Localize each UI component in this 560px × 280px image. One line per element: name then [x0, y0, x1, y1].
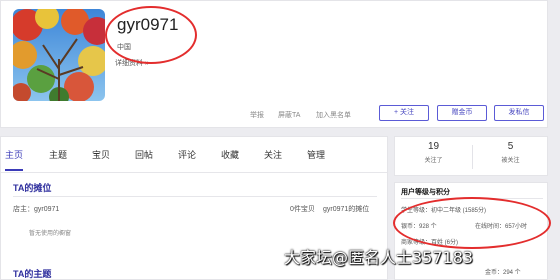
- shop-item-count: 0件宝贝: [290, 206, 315, 213]
- gold-coin-count: 金币：294 个: [485, 270, 521, 276]
- tab-topics[interactable]: 主题: [49, 148, 67, 161]
- avatar-image: [13, 9, 105, 101]
- avatar[interactable]: [13, 9, 105, 101]
- following-count: 19: [427, 141, 440, 152]
- tab-favorites[interactable]: 收藏: [221, 148, 239, 161]
- details-link[interactable]: 详细资料 »: [115, 58, 149, 68]
- user-location: 中国: [117, 44, 131, 51]
- message-button[interactable]: 发私信: [494, 105, 544, 121]
- report-link[interactable]: 举报: [250, 110, 264, 120]
- divider: [401, 198, 543, 199]
- coin-count: 银币：928 个: [401, 224, 437, 230]
- divider: [13, 196, 377, 197]
- watermark: 大家坛@匿名人士357183: [284, 248, 474, 267]
- blacklist-link[interactable]: 加入黑名单: [316, 110, 351, 120]
- active-tab-indicator: [5, 169, 23, 171]
- online-time: 在线时间：657小时: [475, 224, 528, 230]
- empty-showcase-note: 暂无使用的橱窗: [29, 231, 72, 237]
- tab-following[interactable]: 关注: [264, 148, 282, 161]
- shop-owner: 店主：gyr0971: [13, 206, 60, 213]
- followers-label: 被关注: [501, 158, 520, 164]
- profile-card: gyr0971 中国 详细资料 » 举报 屏蔽TA 加入黑名单 + 关注 赠金币…: [0, 0, 548, 128]
- tab-bar: 主页 主题 宝贝 回帖 评论 收藏 关注 管理: [1, 137, 387, 173]
- block-link[interactable]: 屏蔽TA: [278, 110, 300, 120]
- student-level: 学生等级：初中二年级 (1585分): [401, 208, 487, 214]
- shop-section-title: TA的摊位: [13, 183, 52, 193]
- topics-section-title: TA的主题: [13, 269, 52, 279]
- followers-count: 5: [507, 141, 514, 152]
- following-stat[interactable]: 19 关注了: [395, 141, 472, 164]
- level-panel-title: 用户等级与积分: [401, 189, 450, 196]
- followers-stat[interactable]: 5 被关注: [472, 141, 549, 164]
- tab-replies[interactable]: 回帖: [135, 148, 153, 161]
- follow-button[interactable]: + 关注: [379, 105, 429, 121]
- gift-coin-button[interactable]: 赠金币: [437, 105, 487, 121]
- following-label: 关注了: [424, 158, 443, 164]
- follow-stats-panel: 19 关注了 5 被关注: [394, 136, 548, 176]
- tab-home[interactable]: 主页: [5, 148, 23, 161]
- tab-comments[interactable]: 评论: [178, 148, 196, 161]
- username: gyr0971: [117, 15, 179, 34]
- tab-manage[interactable]: 管理: [307, 148, 325, 161]
- tab-items[interactable]: 宝贝: [92, 148, 110, 161]
- shop-name[interactable]: gyr0971的摊位: [323, 204, 369, 214]
